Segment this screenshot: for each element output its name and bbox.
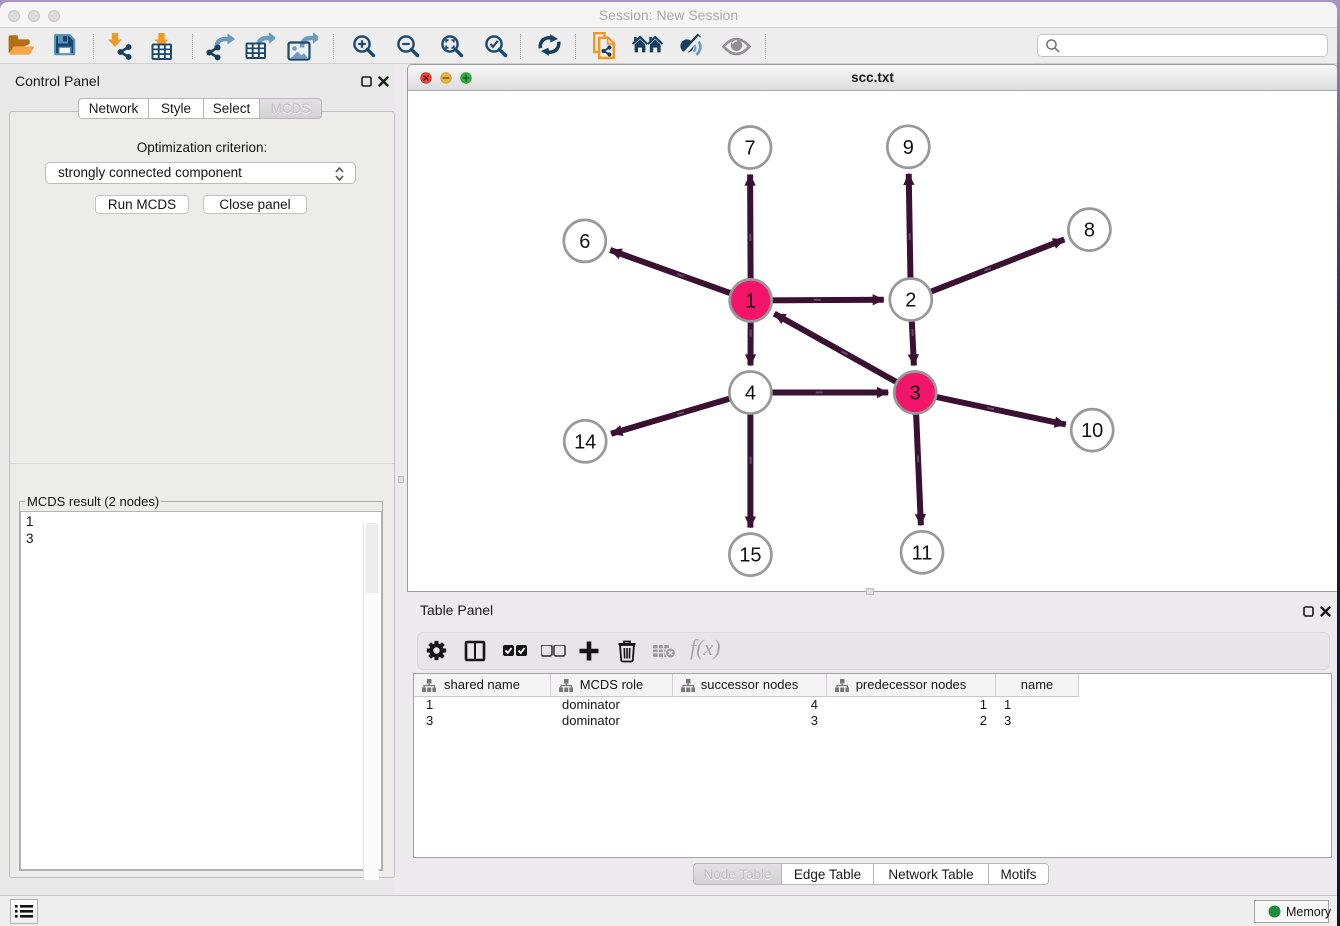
svg-text:4: 4 (745, 383, 756, 405)
svg-text:11: 11 (912, 542, 933, 564)
svg-text:15: 15 (739, 545, 761, 567)
svg-text:10: 10 (1081, 420, 1103, 442)
svg-text:9: 9 (903, 137, 914, 159)
svg-text:2: 2 (905, 290, 916, 312)
svg-text:6: 6 (579, 231, 590, 253)
svg-text:3: 3 (910, 383, 921, 405)
svg-text:14: 14 (574, 431, 596, 453)
svg-text:7: 7 (744, 138, 755, 160)
svg-text:8: 8 (1084, 220, 1095, 242)
svg-text:1: 1 (745, 290, 756, 312)
